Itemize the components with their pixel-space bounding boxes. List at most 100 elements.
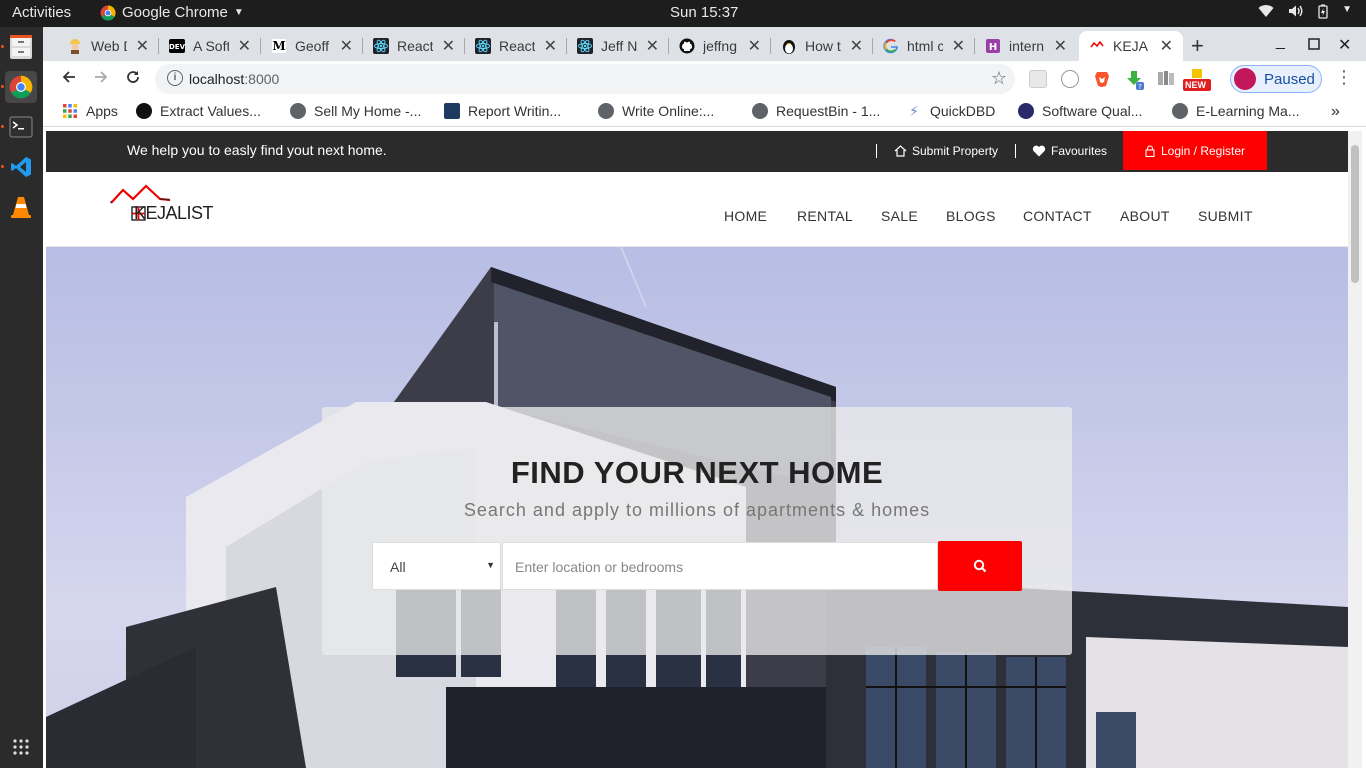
wifi-icon [1258, 4, 1274, 22]
vlc-dock-item[interactable] [5, 191, 37, 223]
property-type-select[interactable]: All ▼ [372, 542, 501, 590]
react-icon [475, 38, 491, 54]
tab-label: html c [907, 38, 943, 54]
tab-label: React [397, 38, 433, 54]
vscode-dock-item[interactable] [5, 151, 37, 183]
app-menu[interactable]: Google Chrome ▼ [100, 4, 244, 21]
bookmark-quickdbd[interactable]: ⚡ QuickDBD [906, 103, 995, 120]
close-icon[interactable]: ✕ [442, 36, 455, 56]
tab-label: intern [1009, 38, 1045, 54]
bookmark-label: Apps [86, 103, 118, 119]
hashnode-icon: H [985, 38, 1001, 54]
software-icon [1018, 103, 1034, 119]
tab-react-1[interactable]: React ✕ [363, 31, 465, 61]
nav-rental[interactable]: RENTAL [797, 208, 853, 224]
page-viewport: We help you to easly find yout next home… [46, 131, 1348, 768]
brave-lion-icon[interactable] [1093, 70, 1111, 88]
chrome-menu-icon[interactable]: ⋮ [1335, 67, 1353, 88]
bookmark-sell-my-home[interactable]: Sell My Home -... [290, 103, 421, 119]
download-extension-icon[interactable]: ? [1125, 70, 1144, 91]
battery-icon [1318, 4, 1328, 22]
chrome-dock-item[interactable] [5, 71, 37, 103]
new-tab-button[interactable]: + [1191, 33, 1204, 59]
bookmark-write-online[interactable]: Write Online:... [598, 103, 714, 119]
forward-button[interactable] [90, 68, 112, 90]
nav-submit[interactable]: SUBMIT [1198, 208, 1253, 224]
more-bookmarks-icon[interactable]: » [1331, 103, 1340, 121]
kejalist-logo[interactable]: KEJALIST [110, 179, 220, 229]
nav-home[interactable]: HOME [724, 208, 767, 224]
react-icon [577, 38, 593, 54]
login-register-label: Login / Register [1160, 143, 1246, 158]
new-feature-icon[interactable]: NEW [1183, 67, 1211, 91]
bookmark-star-icon[interactable]: ☆ [991, 68, 1007, 89]
reload-button[interactable] [122, 68, 144, 90]
site-top-strip: We help you to easly find yout next home… [46, 131, 1348, 172]
bookmark-extract-values[interactable]: Extract Values... [136, 103, 261, 119]
close-icon[interactable]: ✕ [340, 36, 353, 56]
construction-worker-icon [67, 38, 83, 54]
close-icon[interactable]: ✕ [850, 36, 863, 56]
minimize-button[interactable]: _ [1276, 33, 1285, 51]
globe-icon [290, 103, 306, 119]
nav-blogs[interactable]: BLOGS [946, 208, 996, 224]
tab-geoff[interactable]: M Geoff ✕ [261, 31, 363, 61]
close-icon[interactable]: ✕ [544, 36, 557, 56]
close-icon[interactable]: ✕ [238, 36, 251, 56]
select-value: All [390, 559, 406, 575]
tab-react-2[interactable]: React ✕ [465, 31, 567, 61]
arrow-left-icon [62, 71, 75, 83]
close-icon[interactable]: ✕ [1054, 36, 1067, 56]
bookmark-apps[interactable]: Apps [62, 103, 118, 119]
bookmark-report-writing[interactable]: Report Writin... [444, 103, 561, 119]
login-register-button[interactable]: Login / Register [1123, 131, 1267, 170]
favourites-link[interactable]: Favourites [1032, 144, 1107, 158]
new-badge: NEW [1185, 80, 1206, 90]
bookmark-software-quality[interactable]: Software Qual... [1018, 103, 1142, 119]
terminal-dock-item[interactable] [5, 111, 37, 143]
page-scrollbar[interactable] [1348, 131, 1362, 768]
search-button[interactable] [938, 541, 1022, 591]
files-dock-item[interactable] [5, 31, 37, 63]
tab-kejalist-active[interactable]: KEJAL ✕ [1079, 31, 1183, 61]
profile-button[interactable]: Paused [1230, 65, 1322, 93]
close-icon[interactable]: ✕ [646, 36, 659, 56]
close-icon[interactable]: ✕ [748, 36, 761, 56]
clock[interactable]: Sun 15:37 [670, 4, 738, 21]
scrollbar-thumb[interactable] [1351, 145, 1359, 283]
nav-about[interactable]: ABOUT [1120, 208, 1170, 224]
power-menu-icon: ▼ [1342, 4, 1352, 15]
address-bar[interactable]: i localhost:8000 ☆ [155, 64, 1015, 94]
bookmark-e-learning[interactable]: E-Learning Ma... [1172, 103, 1300, 119]
submit-property-link[interactable]: Submit Property [894, 144, 998, 158]
close-icon[interactable]: ✕ [1160, 36, 1173, 56]
tab-web-dev[interactable]: Web D ✕ [57, 31, 159, 61]
location-search-input[interactable]: Enter location or bedrooms [502, 542, 938, 590]
tab-a-software[interactable]: DEV A Soft ✕ [159, 31, 261, 61]
activities-button[interactable]: Activities [12, 4, 71, 21]
window-close-button[interactable]: ✕ [1338, 35, 1351, 55]
bookmark-requestbin[interactable]: RequestBin - 1... [752, 103, 880, 119]
back-button[interactable] [58, 68, 80, 90]
close-icon[interactable]: ✕ [136, 36, 149, 56]
show-apps-button[interactable] [5, 731, 37, 763]
maximize-button[interactable] [1308, 37, 1320, 55]
tab-label: KEJAL [1113, 38, 1149, 54]
extension-icon[interactable] [1029, 70, 1047, 88]
app-menu-label: Google Chrome [122, 4, 228, 21]
chrome-window: Web D ✕ DEV A Soft ✕ M Geoff ✕ React ✕ R… [43, 27, 1366, 768]
reading-list-icon[interactable] [1157, 70, 1175, 88]
nav-sale[interactable]: SALE [881, 208, 918, 224]
url-host: localhost [189, 71, 245, 87]
lock-icon [1145, 144, 1155, 157]
tab-how-to[interactable]: How t ✕ [771, 31, 873, 61]
tab-jeffng[interactable]: jeffng ✕ [669, 31, 771, 61]
tab-html[interactable]: html c ✕ [873, 31, 975, 61]
info-icon[interactable]: i [167, 70, 183, 86]
close-icon[interactable]: ✕ [952, 36, 965, 56]
nav-contact[interactable]: CONTACT [1023, 208, 1092, 224]
tab-intern[interactable]: H intern ✕ [975, 31, 1077, 61]
timer-extension-icon[interactable] [1061, 70, 1079, 88]
tab-jeff[interactable]: Jeff N ✕ [567, 31, 669, 61]
system-tray[interactable]: ▼ [1258, 4, 1352, 22]
